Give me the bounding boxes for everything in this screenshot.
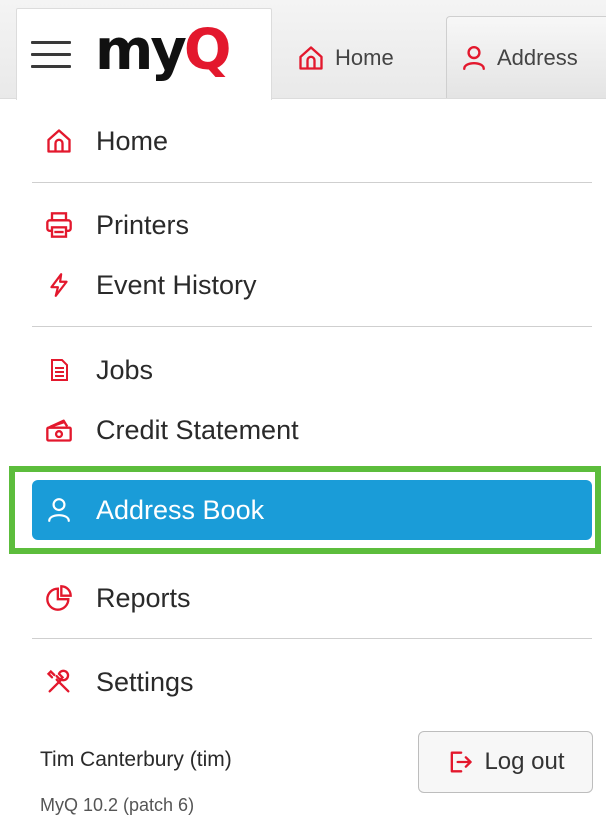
tab-address-book[interactable]: Address <box>446 16 606 98</box>
hamburger-menu-icon[interactable] <box>31 41 71 69</box>
tab-label: Home <box>335 44 394 70</box>
menu-item-address-book[interactable]: Address Book <box>32 480 592 540</box>
menu-divider <box>32 326 592 327</box>
menu-item-label: Home <box>96 125 169 156</box>
menu-item-label: Settings <box>96 666 194 697</box>
menu-item-printers[interactable]: Printers <box>32 195 592 255</box>
lightning-icon <box>44 270 74 300</box>
menu-divider <box>32 182 592 183</box>
home-icon <box>299 45 323 70</box>
menu-item-label: Address Book <box>96 494 265 525</box>
menu-item-label: Jobs <box>96 354 154 385</box>
tab-label: Address <box>497 44 578 70</box>
logout-button[interactable]: Log out <box>418 731 593 793</box>
home-icon <box>44 126 74 156</box>
brand-area: myQ <box>16 8 272 100</box>
tools-icon <box>44 667 74 697</box>
menu-item-credit-statement[interactable]: Credit Statement <box>32 400 592 460</box>
menu-item-event-history[interactable]: Event History <box>32 255 592 315</box>
menu-item-label: Printers <box>96 209 190 240</box>
menu-item-label: Credit Statement <box>96 414 299 445</box>
menu-item-settings[interactable]: Settings <box>32 652 592 712</box>
menu-item-label: Reports <box>96 582 191 613</box>
printer-icon <box>44 210 74 240</box>
pie-chart-icon <box>44 583 74 613</box>
top-bar: myQ Home Address <box>0 0 606 100</box>
menu-item-home[interactable]: Home <box>32 111 592 171</box>
menu-item-jobs[interactable]: Jobs <box>32 340 592 400</box>
version-label: MyQ 10.2 (patch 6) <box>40 795 195 815</box>
menu-divider <box>32 638 592 639</box>
menu-item-reports[interactable]: Reports <box>32 568 592 628</box>
myq-logo[interactable]: myQ <box>95 21 231 81</box>
logout-icon <box>451 751 473 773</box>
cash-icon <box>44 415 74 445</box>
logout-label: Log out <box>484 748 565 775</box>
user-icon <box>44 495 74 525</box>
document-icon <box>44 355 74 385</box>
tab-home[interactable]: Home <box>282 16 434 98</box>
menu-item-label: Event History <box>96 269 257 300</box>
user-name: Tim Canterbury (tim) <box>40 748 232 771</box>
user-icon <box>463 45 485 70</box>
